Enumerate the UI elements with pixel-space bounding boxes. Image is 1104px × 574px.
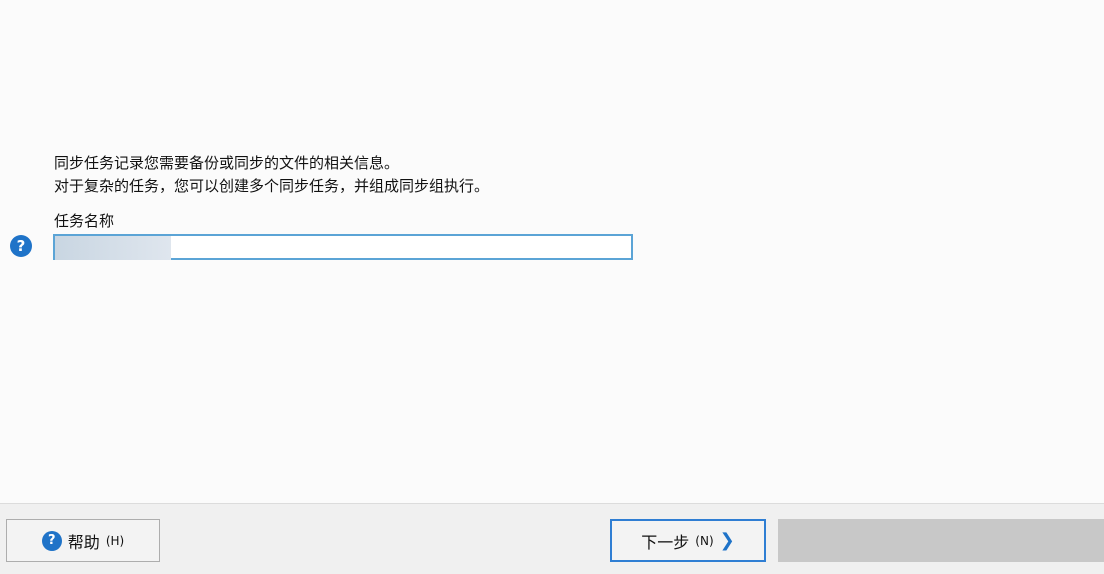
help-icon[interactable]: ? [10,235,32,257]
chevron-right-icon: ❯ [719,529,735,551]
task-name-label: 任务名称 [54,212,115,230]
next-shortcut: (N) [695,533,714,548]
task-name-input[interactable] [53,234,633,260]
help-icon: ? [41,530,62,551]
help-button[interactable]: ? 帮助 (H) [6,519,160,562]
description-line-1: 同步任务记录您需要备份或同步的文件的相关信息。 [54,154,400,172]
wizard-content: 同步任务记录您需要备份或同步的文件的相关信息。 对于复杂的任务，您可以创建多个同… [0,0,1104,503]
disabled-button [778,519,1104,562]
help-shortcut: (H) [105,533,125,548]
description: 同步任务记录您需要备份或同步的文件的相关信息。 对于复杂的任务，您可以创建多个同… [54,152,489,198]
description-line-2: 对于复杂的任务，您可以创建多个同步任务，并组成同步组执行。 [54,177,490,195]
next-button[interactable]: 下一步 (N) ❯ [610,519,766,562]
sync-task-wizard: 同步任务记录您需要备份或同步的文件的相关信息。 对于复杂的任务，您可以创建多个同… [0,0,1104,574]
help-button-label: 帮助 [67,532,100,552]
next-button-label: 下一步 [641,532,690,552]
